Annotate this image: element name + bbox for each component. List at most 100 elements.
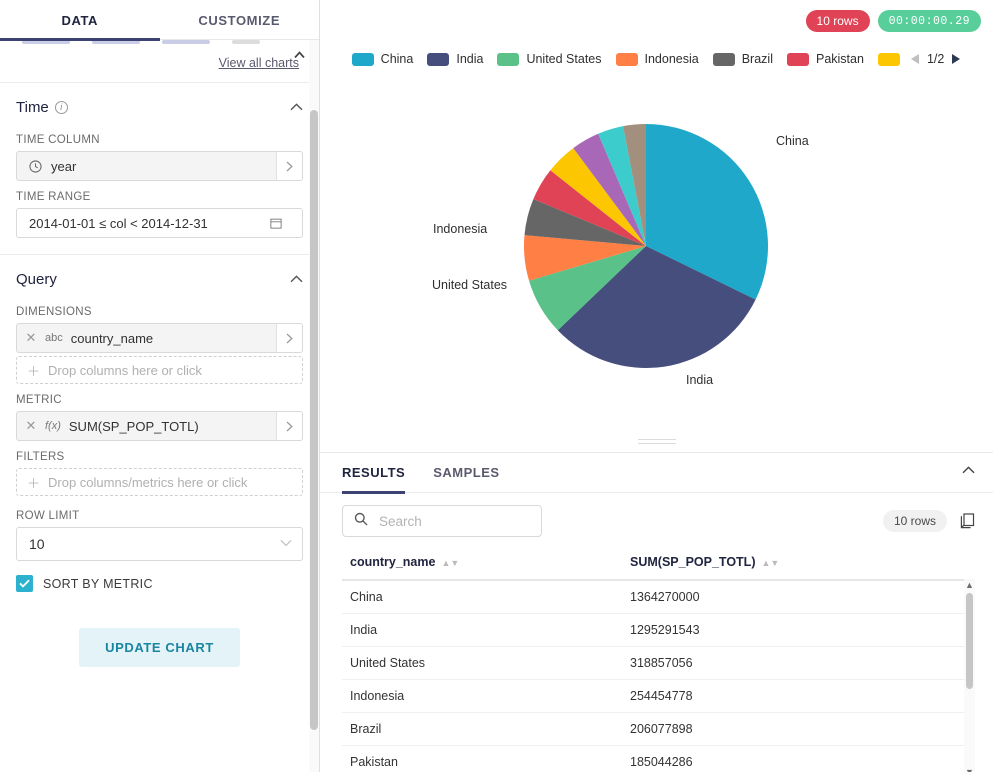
table-row[interactable]: United States 318857056 — [342, 646, 975, 680]
table-row[interactable]: China 1364270000 — [342, 580, 975, 614]
query-section: Query DIMENSIONS ✕ abc country_name ＋ Dr… — [0, 255, 319, 667]
drop-dimensions-zone[interactable]: ＋ Drop columns here or click — [16, 356, 303, 384]
chevron-right-icon-dimension[interactable] — [276, 324, 302, 352]
table-row[interactable]: Pakistan 185044286 — [342, 745, 975, 772]
drop-filters-zone[interactable]: ＋ Drop columns/metrics here or click — [16, 468, 303, 496]
legend-item-indonesia[interactable]: Indonesia — [615, 52, 699, 66]
view-all-charts-row: View all charts — [0, 50, 319, 83]
query-section-header[interactable]: Query — [16, 255, 303, 296]
legend-item-unlabeled[interactable] — [877, 52, 900, 66]
abc-type-icon: abc — [45, 332, 63, 344]
remove-metric-icon[interactable]: ✕ — [17, 412, 45, 440]
cell-country-name: Indonesia — [342, 679, 622, 713]
chevron-right-icon[interactable] — [276, 152, 302, 180]
calendar-icon — [270, 217, 282, 229]
legend-swatch — [712, 52, 735, 66]
search-box[interactable] — [342, 505, 542, 537]
scroll-up-icon[interactable]: ▲ — [965, 579, 974, 592]
row-limit-select[interactable]: 10 — [16, 527, 303, 561]
scrolled-content-remnant — [0, 40, 319, 50]
sidebar-collapse-icon[interactable] — [289, 42, 309, 68]
tab-customize[interactable]: CUSTOMIZE — [160, 0, 320, 40]
time-section-header[interactable]: Time i — [16, 83, 303, 124]
chevron-up-icon-query[interactable] — [290, 274, 303, 286]
legend-next-icon[interactable] — [951, 53, 961, 65]
sort-icon-country-name[interactable]: ▲▼ — [441, 558, 459, 568]
tab-data[interactable]: DATA — [0, 0, 160, 41]
legend-item-china[interactable]: China — [351, 52, 413, 66]
chevron-up-icon[interactable] — [290, 102, 303, 114]
sidebar-scrollbar-thumb[interactable] — [310, 110, 318, 730]
column-header-sum-pop[interactable]: SUM(SP_POP_TOTL) ▲▼ — [622, 547, 975, 581]
cell-country-name: Brazil — [342, 712, 622, 746]
sidebar-scroll-region: View all charts Time i TIME COLUMN year … — [0, 40, 319, 772]
search-input[interactable] — [377, 512, 530, 530]
legend-item-united-states[interactable]: United States — [497, 52, 602, 66]
legend-item-pakistan[interactable]: Pakistan — [786, 52, 864, 66]
panel-resize-handle[interactable] — [320, 439, 993, 444]
time-section-title: Time — [16, 99, 49, 116]
results-table-scrollbar[interactable]: ▲ ▼ — [964, 579, 975, 772]
results-tabbar: RESULTS SAMPLES — [320, 453, 993, 494]
dimension-chip-country-name[interactable]: ✕ abc country_name — [16, 323, 303, 353]
update-chart-button[interactable]: UPDATE CHART — [79, 628, 240, 667]
legend-swatch — [786, 52, 809, 66]
sort-by-metric-row[interactable]: SORT BY METRIC — [16, 575, 303, 592]
view-all-charts-link[interactable]: View all charts — [219, 56, 299, 70]
time-column-control[interactable]: year — [16, 151, 303, 181]
legend-item-brazil[interactable]: Brazil — [712, 52, 773, 66]
legend-item-india[interactable]: India — [427, 52, 483, 66]
results-table-head: country_name ▲▼ SUM(SP_POP_TOTL) ▲▼ — [342, 547, 975, 581]
main-panel: 10 rows 00:00:00.29 China India United Sta… — [320, 0, 993, 772]
time-range-control[interactable]: 2014-01-01 ≤ col < 2014-12-31 — [16, 208, 303, 238]
rows-count-badge: 10 rows — [805, 10, 870, 32]
filters-label: FILTERS — [16, 451, 65, 463]
clock-icon — [29, 159, 42, 173]
results-panel: RESULTS SAMPLES 10 rows — [320, 452, 993, 772]
sort-by-metric-checkbox[interactable] — [16, 575, 33, 592]
drop-filters-placeholder: Drop columns/metrics here or click — [48, 474, 248, 490]
table-row[interactable]: India 1295291543 — [342, 613, 975, 647]
legend-label: Brazil — [741, 52, 773, 66]
results-collapse-icon[interactable] — [962, 465, 975, 477]
legend-label: Indonesia — [644, 52, 699, 66]
tab-results[interactable]: RESULTS — [342, 453, 406, 494]
cell-sum-pop: 1364270000 — [622, 580, 975, 614]
plus-icon-dimensions: ＋ — [27, 363, 41, 379]
explore-app: DATA CUSTOMIZE View all charts Time i TI… — [0, 0, 993, 772]
copy-icon[interactable] — [960, 513, 975, 529]
tab-samples-label: SAMPLES — [433, 465, 500, 480]
chevron-right-icon-metric[interactable] — [276, 412, 302, 440]
legend-page-indicator: 1/2 — [926, 52, 945, 66]
pie-slice-label-china: China — [776, 134, 809, 148]
dimension-value: country_name — [70, 330, 154, 346]
metric-chip-sum-pop[interactable]: ✕ f(x) SUM(SP_POP_TOTL) — [16, 411, 303, 441]
control-panel-sidebar: DATA CUSTOMIZE View all charts Time i TI… — [0, 0, 320, 772]
pie-slice-label-united-states: United States — [432, 278, 508, 292]
column-header-country-name[interactable]: country_name ▲▼ — [342, 547, 622, 581]
legend-pager: 1/2 — [910, 52, 961, 66]
remove-dimension-icon[interactable]: ✕ — [17, 324, 45, 352]
legend-swatch — [615, 52, 638, 66]
table-row[interactable]: Brazil 206077898 — [342, 712, 975, 746]
sidebar-scrollbar[interactable] — [309, 40, 319, 772]
dimensions-label: DIMENSIONS — [16, 306, 92, 318]
scroll-down-icon[interactable]: ▼ — [965, 766, 974, 772]
cell-country-name: India — [342, 613, 622, 647]
results-table: country_name ▲▼ SUM(SP_POP_TOTL) ▲▼ China 1… — [342, 547, 975, 772]
pie-chart[interactable] — [320, 78, 993, 418]
time-section: Time i TIME COLUMN year TIME RANGE 2014-… — [0, 83, 319, 255]
table-row[interactable]: Indonesia 254454778 — [342, 679, 975, 713]
column-header-sum-pop-label: SUM(SP_POP_TOTL) — [630, 555, 756, 569]
legend-prev-icon[interactable] — [910, 53, 920, 65]
results-scrollbar-thumb[interactable] — [966, 593, 973, 689]
info-icon[interactable]: i — [54, 101, 68, 114]
tab-results-label: RESULTS — [342, 465, 406, 480]
chevron-down-icon[interactable] — [280, 538, 292, 550]
time-column-label: TIME COLUMN — [16, 134, 100, 146]
plus-icon-filters: ＋ — [27, 475, 41, 491]
results-rows-pill: 10 rows — [882, 510, 947, 532]
resize-line-2 — [637, 443, 676, 444]
tab-samples[interactable]: SAMPLES — [433, 453, 499, 493]
sort-icon-sum-pop[interactable]: ▲▼ — [761, 558, 779, 568]
